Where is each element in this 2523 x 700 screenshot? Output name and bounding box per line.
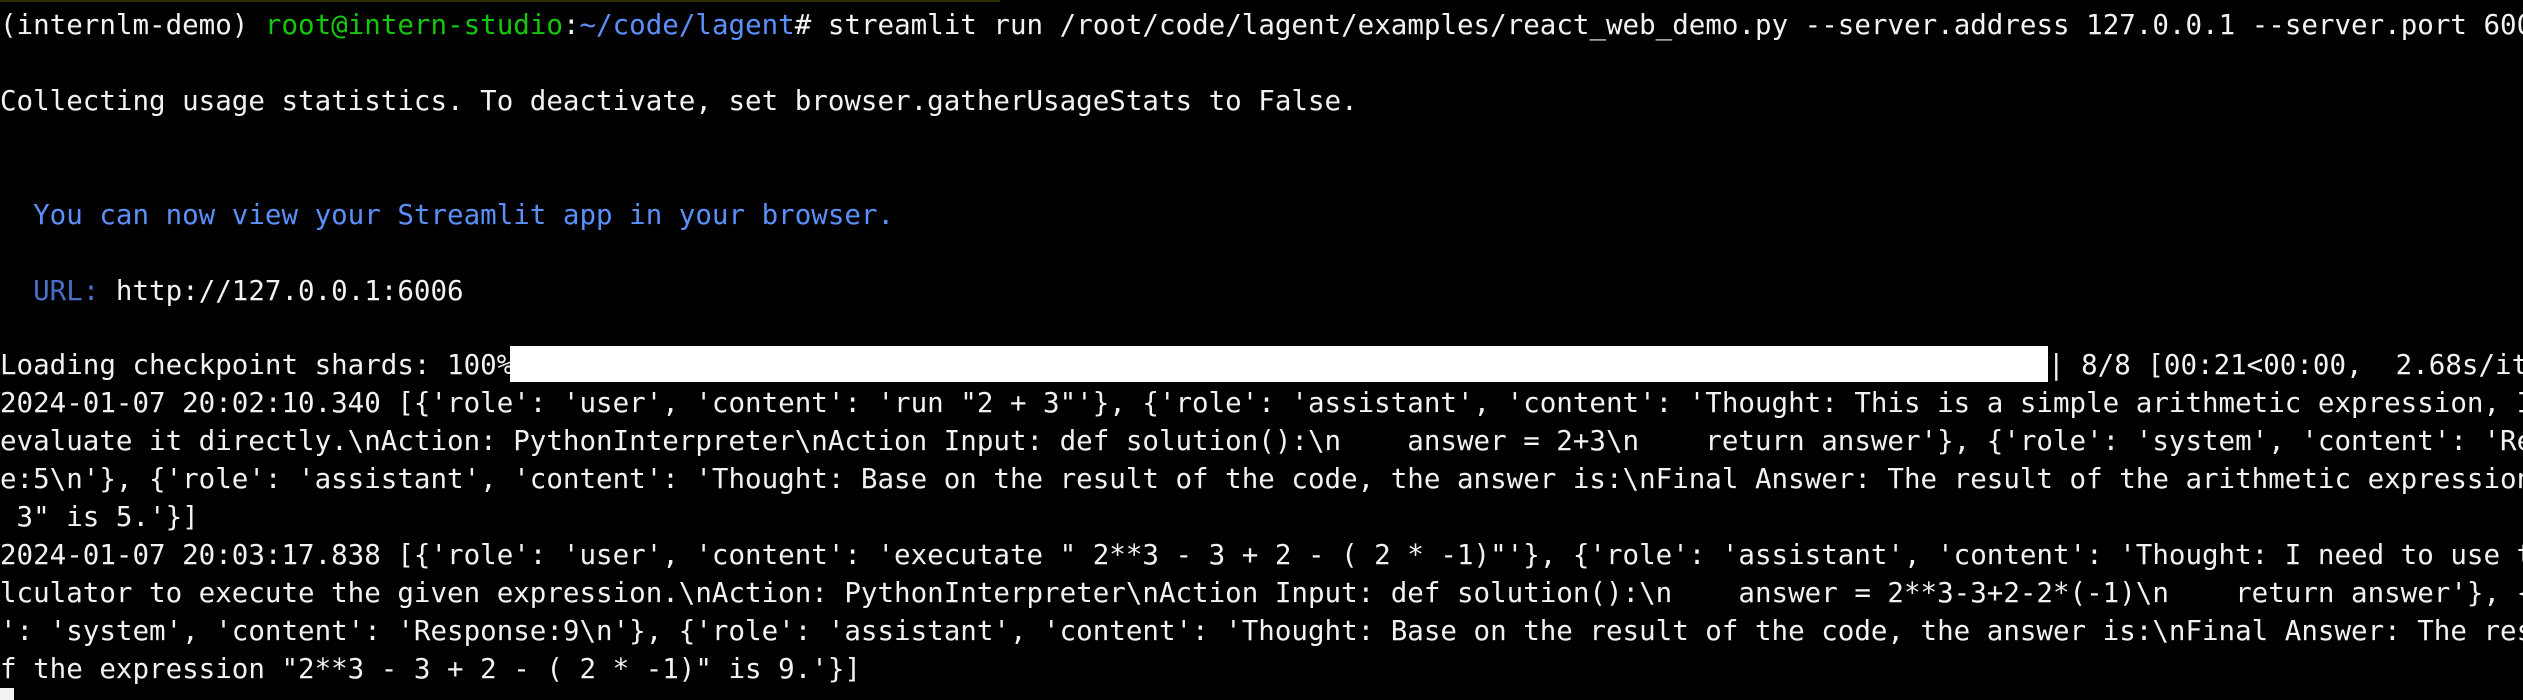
scrolled-line-remnant xyxy=(0,0,1000,2)
progress-tail: | 8/8 [00:21<00:00, 2.68s/it] xyxy=(2048,349,2523,381)
user-host-label: root@intern-studio xyxy=(264,9,563,41)
url-value: http://127.0.0.1:6006 xyxy=(115,275,464,307)
log-line: e:5\n'}, {'role': 'assistant', 'content'… xyxy=(0,463,2523,495)
progress-bar xyxy=(510,346,2048,382)
terminal-cursor xyxy=(0,688,14,700)
log-line: 2024-01-07 20:03:17.838 [{'role': 'user'… xyxy=(0,539,2523,571)
url-label: URL: xyxy=(0,275,116,307)
log-line: 3" is 5.'}] xyxy=(0,501,199,533)
log-line: f the expression "2**3 - 3 + 2 - ( 2 * -… xyxy=(0,653,861,685)
current-path-label: ~/code/lagent xyxy=(579,9,795,41)
terminal-window[interactable]: (internlm-demo) root@intern-studio:~/cod… xyxy=(0,0,2523,700)
command-text: streamlit run /root/code/lagent/examples… xyxy=(811,9,2523,41)
prompt-separator: : xyxy=(562,9,580,41)
streamlit-view-message: You can now view your Streamlit app in y… xyxy=(0,199,895,231)
command-prompt-line: (internlm-demo) root@intern-studio:~/cod… xyxy=(0,6,2523,44)
conda-env-label: (internlm-demo) xyxy=(0,9,249,41)
log-line: lculator to execute the given expression… xyxy=(0,577,2523,609)
progress-label: Loading checkpoint shards: 100%| xyxy=(0,349,530,381)
url-line: URL: http://127.0.0.1:6006 xyxy=(0,272,464,310)
usage-stats-message: Collecting usage statistics. To deactiva… xyxy=(0,85,1358,117)
prompt-symbol: # xyxy=(794,9,812,41)
log-line: 2024-01-07 20:02:10.340 [{'role': 'user'… xyxy=(0,387,2523,419)
log-line: ': 'system', 'content': 'Response:9\n'},… xyxy=(0,615,2523,647)
log-line: evaluate it directly.\nAction: PythonInt… xyxy=(0,425,2523,457)
